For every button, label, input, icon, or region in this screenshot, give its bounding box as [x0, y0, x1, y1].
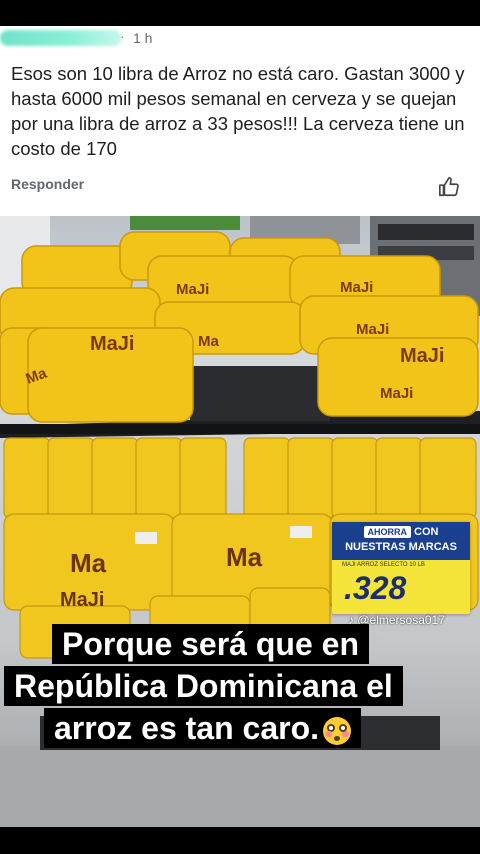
price-tag-product: MAJI ARROZ SELECTO 10 LB [342, 562, 425, 568]
svg-text:MaJi: MaJi [176, 281, 209, 298]
bottom-black-bar [0, 827, 480, 854]
svg-text:MaJi: MaJi [400, 345, 444, 367]
caption-line-2: República Dominicana el [4, 666, 403, 706]
username-redacted [0, 30, 122, 46]
svg-text:MaJi: MaJi [60, 589, 104, 611]
caption-text-3: arroz es tan caro. [54, 710, 319, 746]
svg-text:MaJi: MaJi [340, 279, 373, 296]
svg-text:Ma: Ma [70, 548, 107, 578]
caption-text-1: Porque será que en [62, 626, 359, 662]
comment-text: Esos son 10 libra de Arroz no está caro.… [11, 63, 465, 159]
svg-text:Ma: Ma [198, 333, 219, 350]
svg-text:MaJi: MaJi [90, 333, 134, 355]
price-tag-line2: NUESTRAS MARCAS [345, 541, 457, 553]
caption-line-1: Porque será que en [52, 624, 369, 664]
price-tag-pill: AHORRA [363, 526, 412, 538]
comment-time: 1 h [133, 30, 153, 46]
svg-text:MaJi: MaJi [380, 385, 413, 402]
reply-button[interactable]: Responder [11, 176, 84, 192]
price-tag: AHORRA CON NUESTRAS MARCAS MAJI ARROZ SEL… [332, 522, 470, 614]
price-tag-pill-rest: CON [414, 526, 439, 538]
caption-line-3: arroz es tan caro. [44, 708, 361, 748]
thumbs-up-icon[interactable] [438, 176, 460, 198]
rice-store-photo: MaJi MaJi Ma MaJi Ma MaJi MaJi MaJi Ma M… [0, 216, 480, 827]
comment-card: · 1 h Esos son 10 libra de Arroz no está… [0, 26, 480, 216]
price-value: .328 [344, 570, 407, 606]
flushed-face-icon [323, 716, 351, 745]
svg-text:MaJi: MaJi [356, 321, 389, 338]
price-tag-header: AHORRA CON NUESTRAS MARCAS [332, 522, 470, 560]
caption-text-2: República Dominicana el [14, 668, 393, 704]
top-black-bar [0, 0, 480, 26]
svg-text:Ma: Ma [226, 542, 263, 572]
separator-dot: · [120, 28, 125, 44]
